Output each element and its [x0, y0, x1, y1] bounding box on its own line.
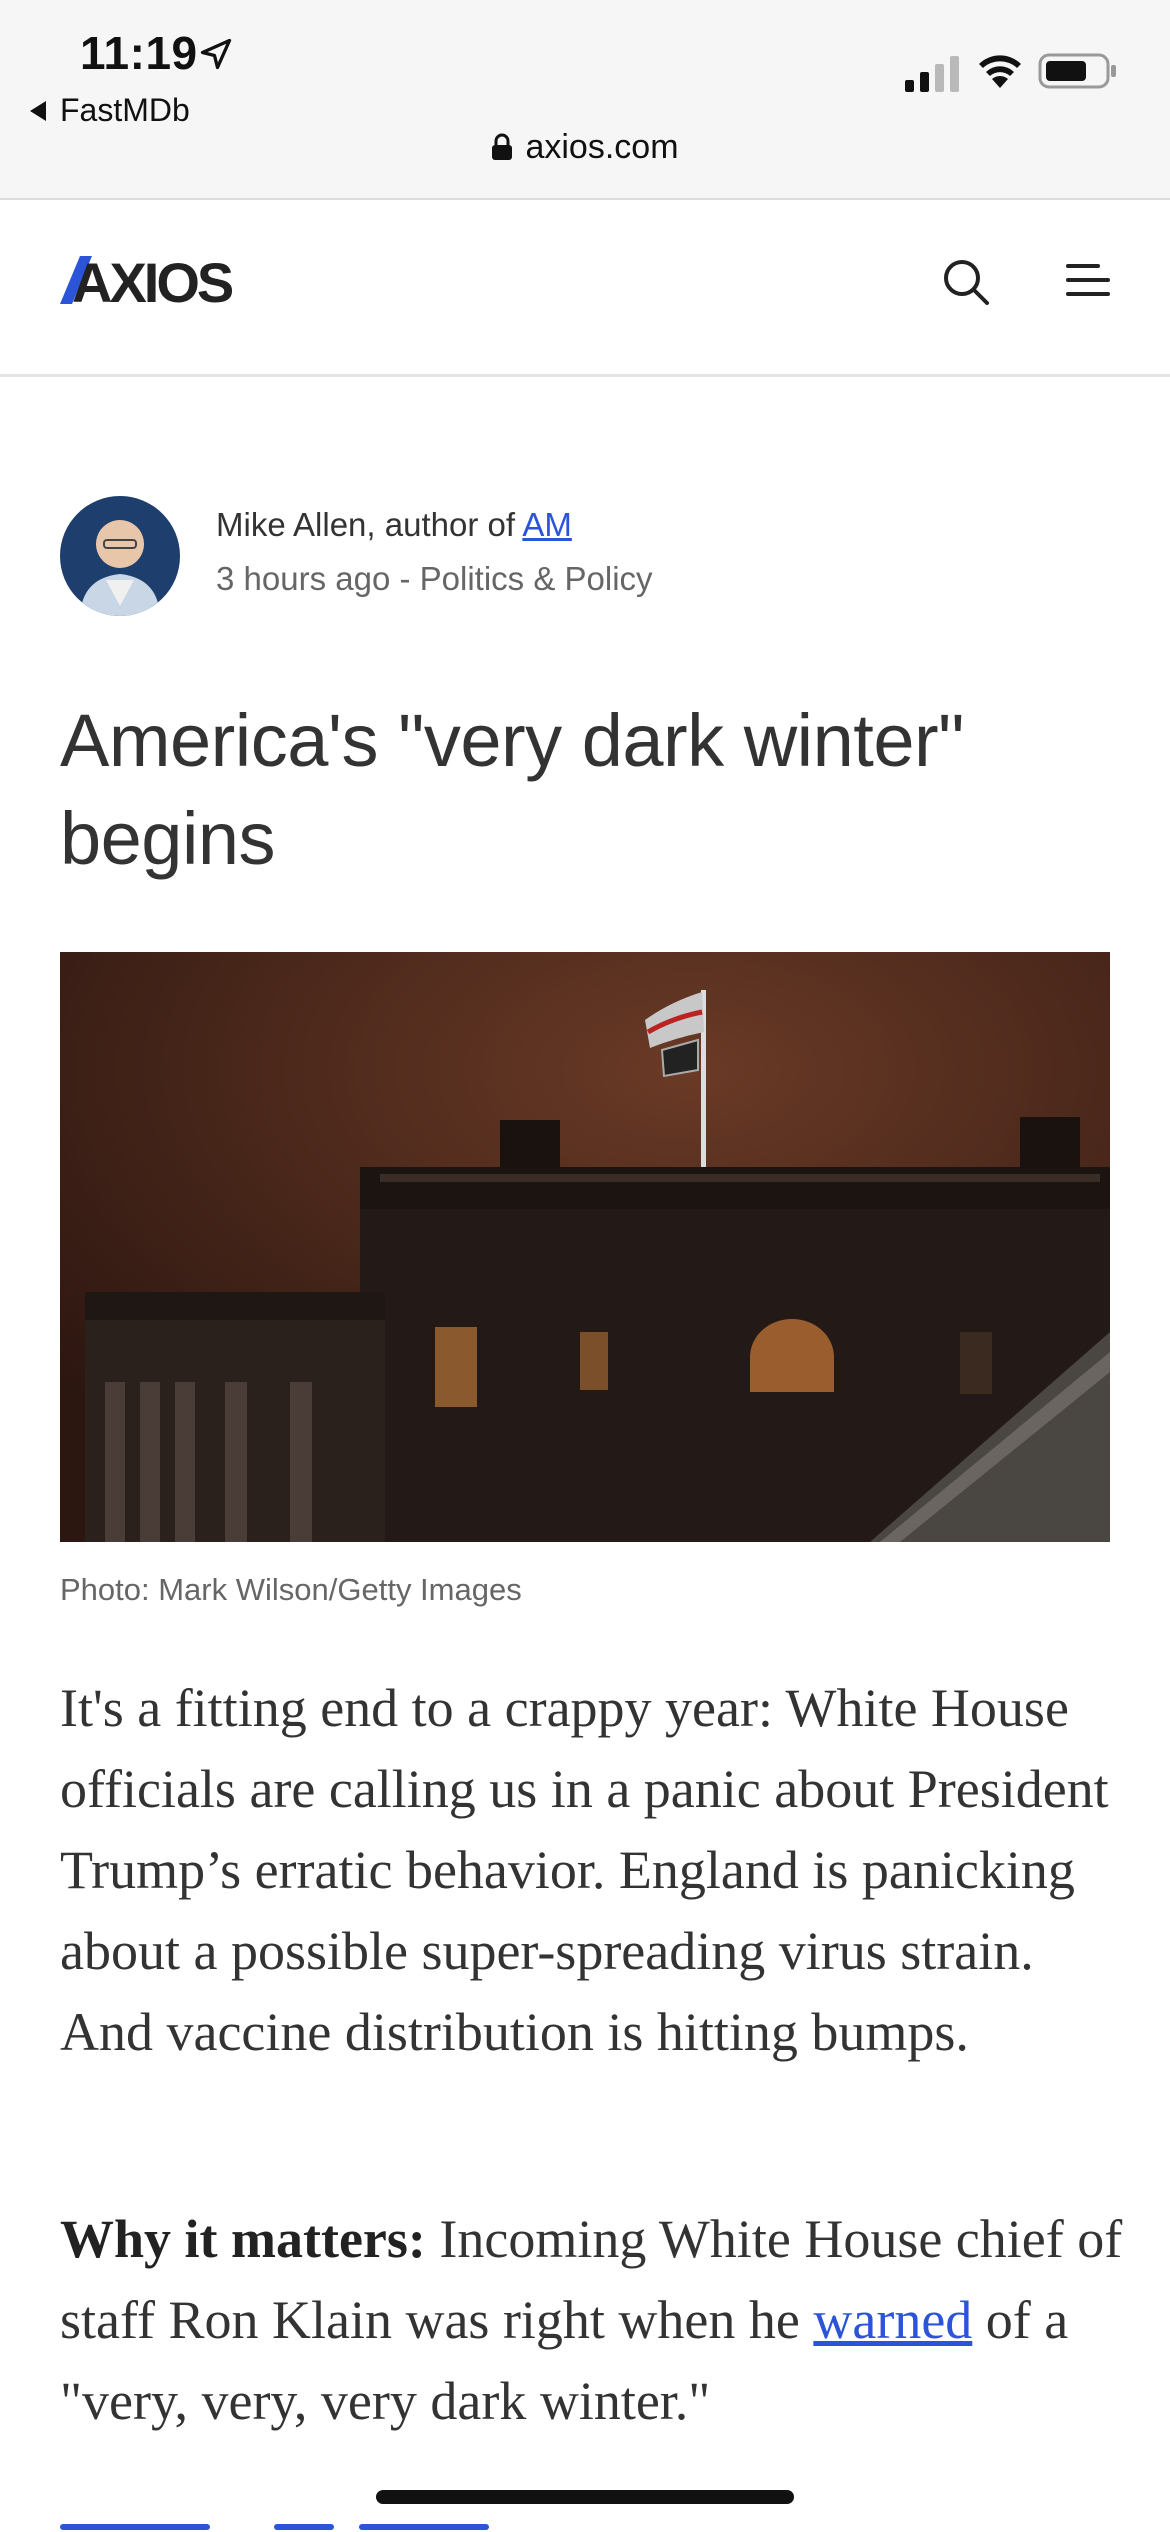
url-text: axios.com: [525, 128, 679, 166]
byline-am-link[interactable]: AM: [522, 506, 572, 543]
home-indicator[interactable]: [376, 2490, 794, 2504]
back-app-label: FastMDb: [60, 92, 190, 128]
byline-author-prefix: Mike Allen, author of: [216, 506, 523, 543]
status-time: 11:19: [80, 27, 198, 79]
cellular-signal-icon: [905, 54, 959, 92]
article-paragraph-1: It's a fitting end to a crappy year: Whi…: [60, 1678, 1109, 2062]
menu-icon[interactable]: [1064, 260, 1112, 300]
article-photo: [60, 952, 1110, 1542]
axios-logo[interactable]: AXIOS: [60, 254, 252, 306]
battery-icon: [1038, 53, 1116, 89]
logo-text: AXIOS: [72, 254, 233, 306]
next-paragraph-link-partial[interactable]: [60, 2506, 660, 2532]
author-avatar[interactable]: [60, 496, 180, 616]
lock-icon: [492, 133, 513, 160]
status-bar: 11:19 FastMDb axios.com: [0, 0, 1170, 200]
warned-link[interactable]: warned: [813, 2290, 972, 2350]
article-paragraph-2: Why it matters: Incoming White House chi…: [60, 2199, 1130, 2442]
search-icon[interactable]: [940, 256, 992, 308]
byline-author: Mike Allen, author of AM: [216, 506, 572, 544]
wifi-icon: [979, 55, 1021, 88]
location-arrow-icon: [200, 38, 232, 70]
article-headline: America's "very dark winter" begins: [60, 699, 964, 880]
why-it-matters-label: Why it matters:: [60, 2209, 426, 2269]
back-to-app-button[interactable]: FastMDb: [30, 92, 190, 129]
byline-meta: 3 hours ago - Politics & Policy: [216, 560, 653, 597]
url-bar[interactable]: axios.com: [0, 128, 1170, 167]
back-triangle-icon: [30, 100, 46, 121]
site-header: AXIOS: [0, 200, 1170, 377]
photo-credit: Photo: Mark Wilson/Getty Images: [60, 1572, 522, 1607]
